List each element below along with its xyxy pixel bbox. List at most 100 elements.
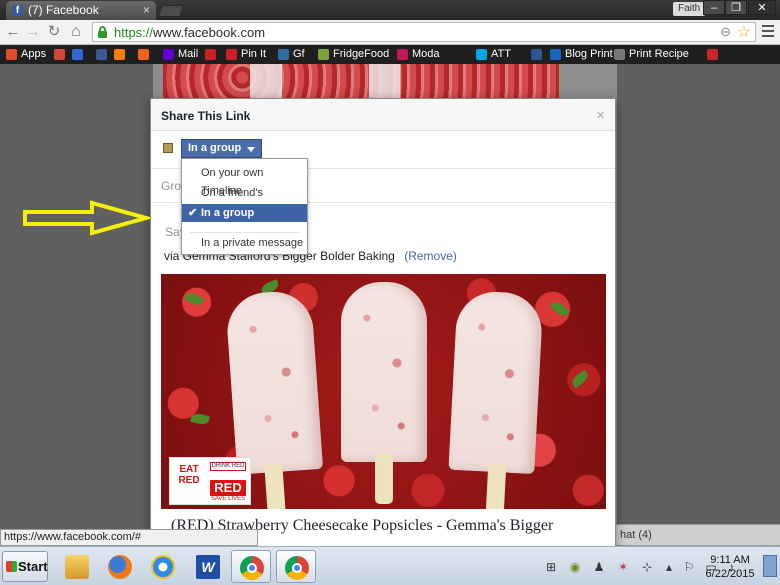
gmail-icon (54, 49, 65, 60)
navigation-bar: ← → ↻ ⌂ https://www.facebook.com ⊖ ☆ (0, 20, 780, 45)
bookmark-label: FridgeFood (333, 48, 390, 60)
forward-icon[interactable]: → (24, 23, 42, 41)
share-target-menu: On your own Timeline On a friend's Timel… (181, 158, 308, 255)
taskbar-explorer[interactable] (57, 550, 97, 583)
bookmarks-bar: Apps Mail Pin It Gf FridgeFood Moda ATT Blog Pr… (0, 45, 780, 64)
bookmark-item[interactable]: ATT (476, 47, 511, 62)
bookmark-item[interactable] (707, 47, 722, 62)
reload-icon[interactable]: ↻ (45, 23, 63, 41)
share-target-dropdown[interactable]: In a group (181, 139, 263, 158)
remove-attribution-link[interactable]: (Remove) (404, 249, 457, 263)
restore-icon[interactable]: ❐ (725, 0, 747, 15)
bookmark-label: Gf (293, 48, 305, 60)
tab-title: (7) Facebook (28, 3, 99, 17)
tab-facebook[interactable]: f (7) Facebook × (6, 1, 156, 20)
taskbar-chrome-2[interactable] (276, 550, 316, 583)
moda-icon (397, 49, 408, 60)
bookmark-item[interactable]: Apps (6, 47, 46, 62)
taskbar-chrome-1[interactable] (231, 550, 271, 583)
taskbar-ie[interactable] (143, 550, 183, 583)
bookmark-item[interactable]: Print Recipe (614, 47, 689, 62)
popsicle-left (224, 289, 324, 475)
taskbar-clock[interactable]: 9:11 AM 6/22/2015 (700, 553, 760, 581)
dialog-close-icon[interactable]: × (596, 107, 605, 124)
etsy-icon (138, 49, 149, 60)
folder-icon (65, 555, 89, 579)
bookmark-item[interactable] (96, 47, 111, 62)
menu-item-in-a-group[interactable]: ✔ In a group (182, 204, 307, 222)
show-desktop-button[interactable] (763, 555, 777, 577)
link-preview-image[interactable]: EAT RED DRINK RED RED SAVE LIVES (161, 274, 606, 509)
blog-print-icon (550, 49, 561, 60)
dialog-header: Share This Link × (151, 99, 615, 131)
yahoo-mail-icon (163, 49, 174, 60)
bookmark-item[interactable] (531, 47, 546, 62)
word-icon: W (196, 555, 220, 579)
pinterest-icon (205, 49, 216, 60)
bookmark-label: Mail (178, 48, 199, 60)
tray-antivirus-icon[interactable]: ✶ (616, 560, 630, 574)
taskbar-firefox[interactable] (100, 550, 140, 583)
firefox-icon (108, 555, 132, 579)
bookmark-label: Blog Print (565, 48, 613, 60)
bookmark-label: Print Recipe (629, 48, 689, 60)
lock-icon (98, 26, 107, 38)
url-text: https://www.facebook.com (114, 25, 266, 40)
group-icon (163, 143, 173, 153)
bookmark-item[interactable]: Pin It (226, 47, 266, 62)
action-center-flag-icon[interactable]: ⚐ (682, 560, 696, 574)
windows-taskbar: Start W ⊞ ◉ ♟ ✶ ⊹ ▴ ⚐ ▭ ♪ 9:11 AM 6/22/2… (0, 546, 780, 585)
bookmark-item[interactable] (205, 47, 220, 62)
bookmark-item[interactable]: Moda (397, 47, 440, 62)
bookmark-item[interactable]: Mail (163, 47, 198, 62)
apps-grid-icon (6, 49, 17, 60)
tray-app-icon[interactable]: ◉ (568, 560, 582, 574)
start-button[interactable]: Start (2, 551, 48, 582)
bookmark-label: Moda (412, 48, 440, 60)
profile-button[interactable]: Faith (673, 2, 706, 16)
bookmark-item[interactable]: FridgeFood (318, 47, 389, 62)
bookmark-label: Apps (21, 48, 47, 60)
tray-network-icon[interactable]: ⊹ (640, 560, 654, 574)
bookmark-item[interactable] (138, 47, 153, 62)
window-close-icon[interactable]: ✕ (748, 0, 776, 15)
facebook-favicon-icon: f (12, 5, 23, 16)
tray-person-icon[interactable]: ♟ (592, 560, 606, 574)
print-recipe-icon (614, 49, 625, 60)
minimize-icon[interactable]: – (703, 0, 725, 15)
home-icon[interactable]: ⌂ (67, 23, 85, 41)
bookmark-star-icon[interactable]: ☆ (737, 22, 751, 42)
food-icon (707, 49, 718, 60)
menu-item-own-timeline[interactable]: On your own Timeline (182, 164, 307, 197)
show-hidden-icons-icon[interactable]: ▴ (662, 560, 676, 574)
chrome-menu-icon[interactable] (762, 25, 774, 40)
menu-item-private-message[interactable]: In a private message (182, 234, 307, 252)
tab-close-icon[interactable]: × (143, 1, 150, 20)
back-icon[interactable]: ← (4, 23, 22, 41)
bookmark-item[interactable]: Blog Print (550, 47, 613, 62)
taskbar-word[interactable]: W (188, 550, 228, 583)
bookmark-item[interactable] (72, 47, 87, 62)
windows-logo-icon (6, 561, 17, 572)
bookmark-label: Pin It (241, 48, 267, 60)
bookmark-label: ATT (491, 48, 511, 60)
bookmark-item[interactable] (114, 47, 129, 62)
blogger-icon (114, 49, 125, 60)
new-tab-button[interactable] (157, 5, 185, 17)
zoom-icon[interactable]: ⊖ (720, 24, 731, 40)
chat-sidebar-tab[interactable]: hat (4) (615, 524, 780, 546)
status-bar-url: https://www.facebook.com/# (0, 529, 258, 546)
menu-item-friends-timeline[interactable]: On a friend's Timeline (182, 184, 307, 217)
pin-it-icon (226, 49, 237, 60)
windows-store-icon[interactable]: ⊞ (544, 560, 558, 574)
address-bar[interactable]: https://www.facebook.com ⊖ ☆ (92, 22, 756, 42)
facebook-icon (96, 49, 107, 60)
caret-down-icon (247, 147, 256, 152)
att-icon (476, 49, 487, 60)
bookmark-item[interactable] (54, 47, 69, 62)
p-icon (531, 49, 542, 60)
bookmark-item[interactable]: Gf (278, 47, 305, 62)
annotation-arrow-icon (23, 200, 150, 236)
popsicle-middle (341, 282, 427, 462)
calendar-icon (72, 49, 83, 60)
